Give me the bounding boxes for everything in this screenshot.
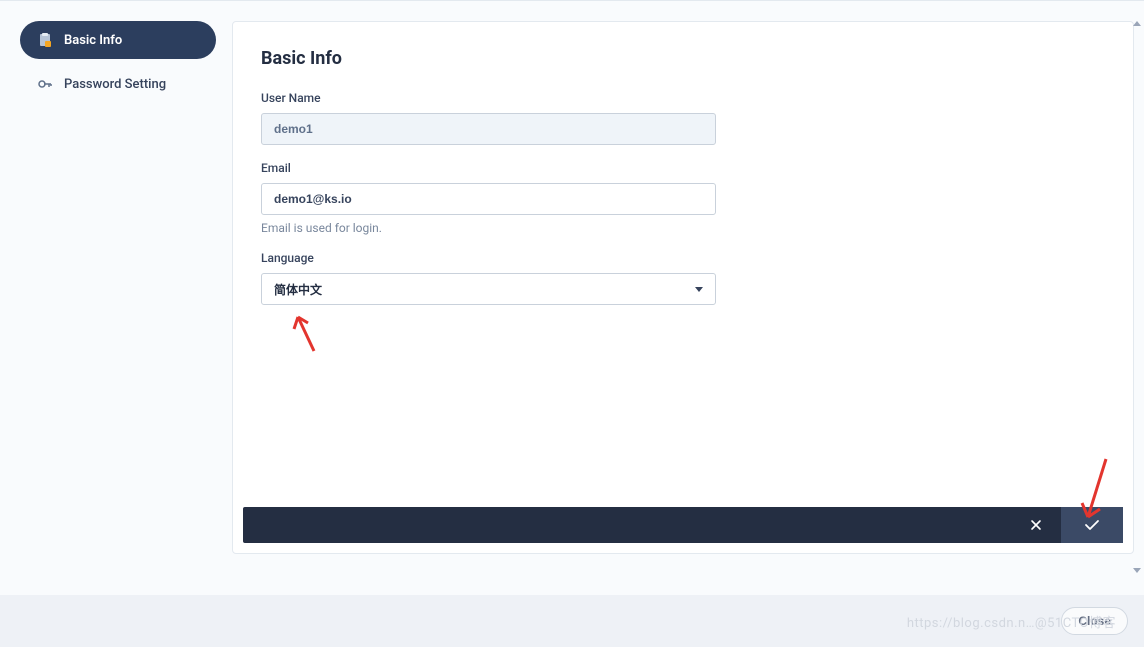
email-label: Email	[261, 161, 716, 175]
clipboard-icon	[36, 31, 54, 49]
sidebar-item-label: Basic Info	[64, 33, 122, 48]
footer-bar: Close	[0, 595, 1144, 647]
page-title: Basic Info	[261, 48, 1105, 69]
close-icon	[1029, 518, 1043, 532]
scroll-up-icon	[1133, 21, 1141, 26]
language-select[interactable]: 简体中文	[261, 273, 716, 305]
sidebar-item-basic-info[interactable]: Basic Info	[20, 21, 216, 59]
main-panel: Basic Info User Name Email Email is used…	[232, 21, 1134, 554]
scrollbar[interactable]	[1132, 21, 1142, 573]
email-input[interactable]	[261, 183, 716, 215]
scroll-down-icon	[1133, 568, 1141, 573]
form-group-email: Email Email is used for login.	[261, 161, 716, 235]
sidebar-item-label: Password Setting	[64, 77, 166, 92]
sidebar-item-password-setting[interactable]: Password Setting	[20, 65, 216, 103]
sidebar: Basic Info Password Setting	[20, 21, 216, 554]
cancel-button[interactable]	[1011, 507, 1061, 543]
form-group-username: User Name	[261, 91, 716, 145]
close-button[interactable]: Close	[1061, 607, 1128, 635]
confirm-button[interactable]	[1061, 507, 1123, 543]
email-help-text: Email is used for login.	[261, 221, 716, 235]
username-label: User Name	[261, 91, 716, 105]
language-selected-value: 简体中文	[274, 281, 322, 298]
chevron-down-icon	[695, 287, 703, 292]
action-bar	[243, 507, 1123, 543]
key-icon	[36, 75, 54, 93]
form-group-language: Language 简体中文	[261, 251, 716, 305]
username-input	[261, 113, 716, 145]
check-icon	[1084, 518, 1100, 532]
language-label: Language	[261, 251, 716, 265]
